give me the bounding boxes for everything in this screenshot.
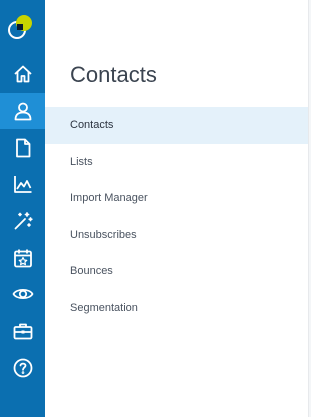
submenu-item-bounces[interactable]: Bounces [45,253,308,290]
app-window: Contacts Contacts Lists Import Manager U… [0,0,311,417]
toolbox-icon [13,323,32,340]
calendar-star-icon [13,249,32,268]
submenu-item-lists[interactable]: Lists [45,144,308,181]
submenu-item-contacts[interactable]: Contacts [45,107,308,144]
nav-reports[interactable] [0,166,45,202]
nav-help[interactable] [0,350,45,386]
nav-home[interactable] [0,56,45,92]
nav-tools[interactable] [0,313,45,349]
panel-divider [308,0,311,417]
help-icon [13,358,32,378]
nav-documents[interactable] [0,130,45,166]
nav-automation[interactable] [0,203,45,239]
document-icon [15,138,30,158]
panel-title: Contacts [70,62,157,87]
home-icon [13,65,32,83]
contacts-submenu-panel: Contacts Contacts Lists Import Manager U… [45,0,308,417]
magic-wand-icon [14,212,33,230]
submenu-item-unsubscribes[interactable]: Unsubscribes [45,217,308,254]
submenu-list: Contacts Lists Import Manager Unsubscrib… [45,107,308,327]
nav-tracking[interactable] [0,276,45,312]
nav-contacts[interactable] [0,93,45,129]
reports-chart-icon [13,176,31,193]
submenu-item-segmentation[interactable]: Segmentation [45,290,308,327]
icon-rail [0,0,45,417]
submenu-item-import-manager[interactable]: Import Manager [45,180,308,217]
nav-calendar[interactable] [0,240,45,276]
brand-logo-icon[interactable] [5,12,35,42]
contacts-icon [14,102,31,121]
eye-icon [12,288,33,300]
